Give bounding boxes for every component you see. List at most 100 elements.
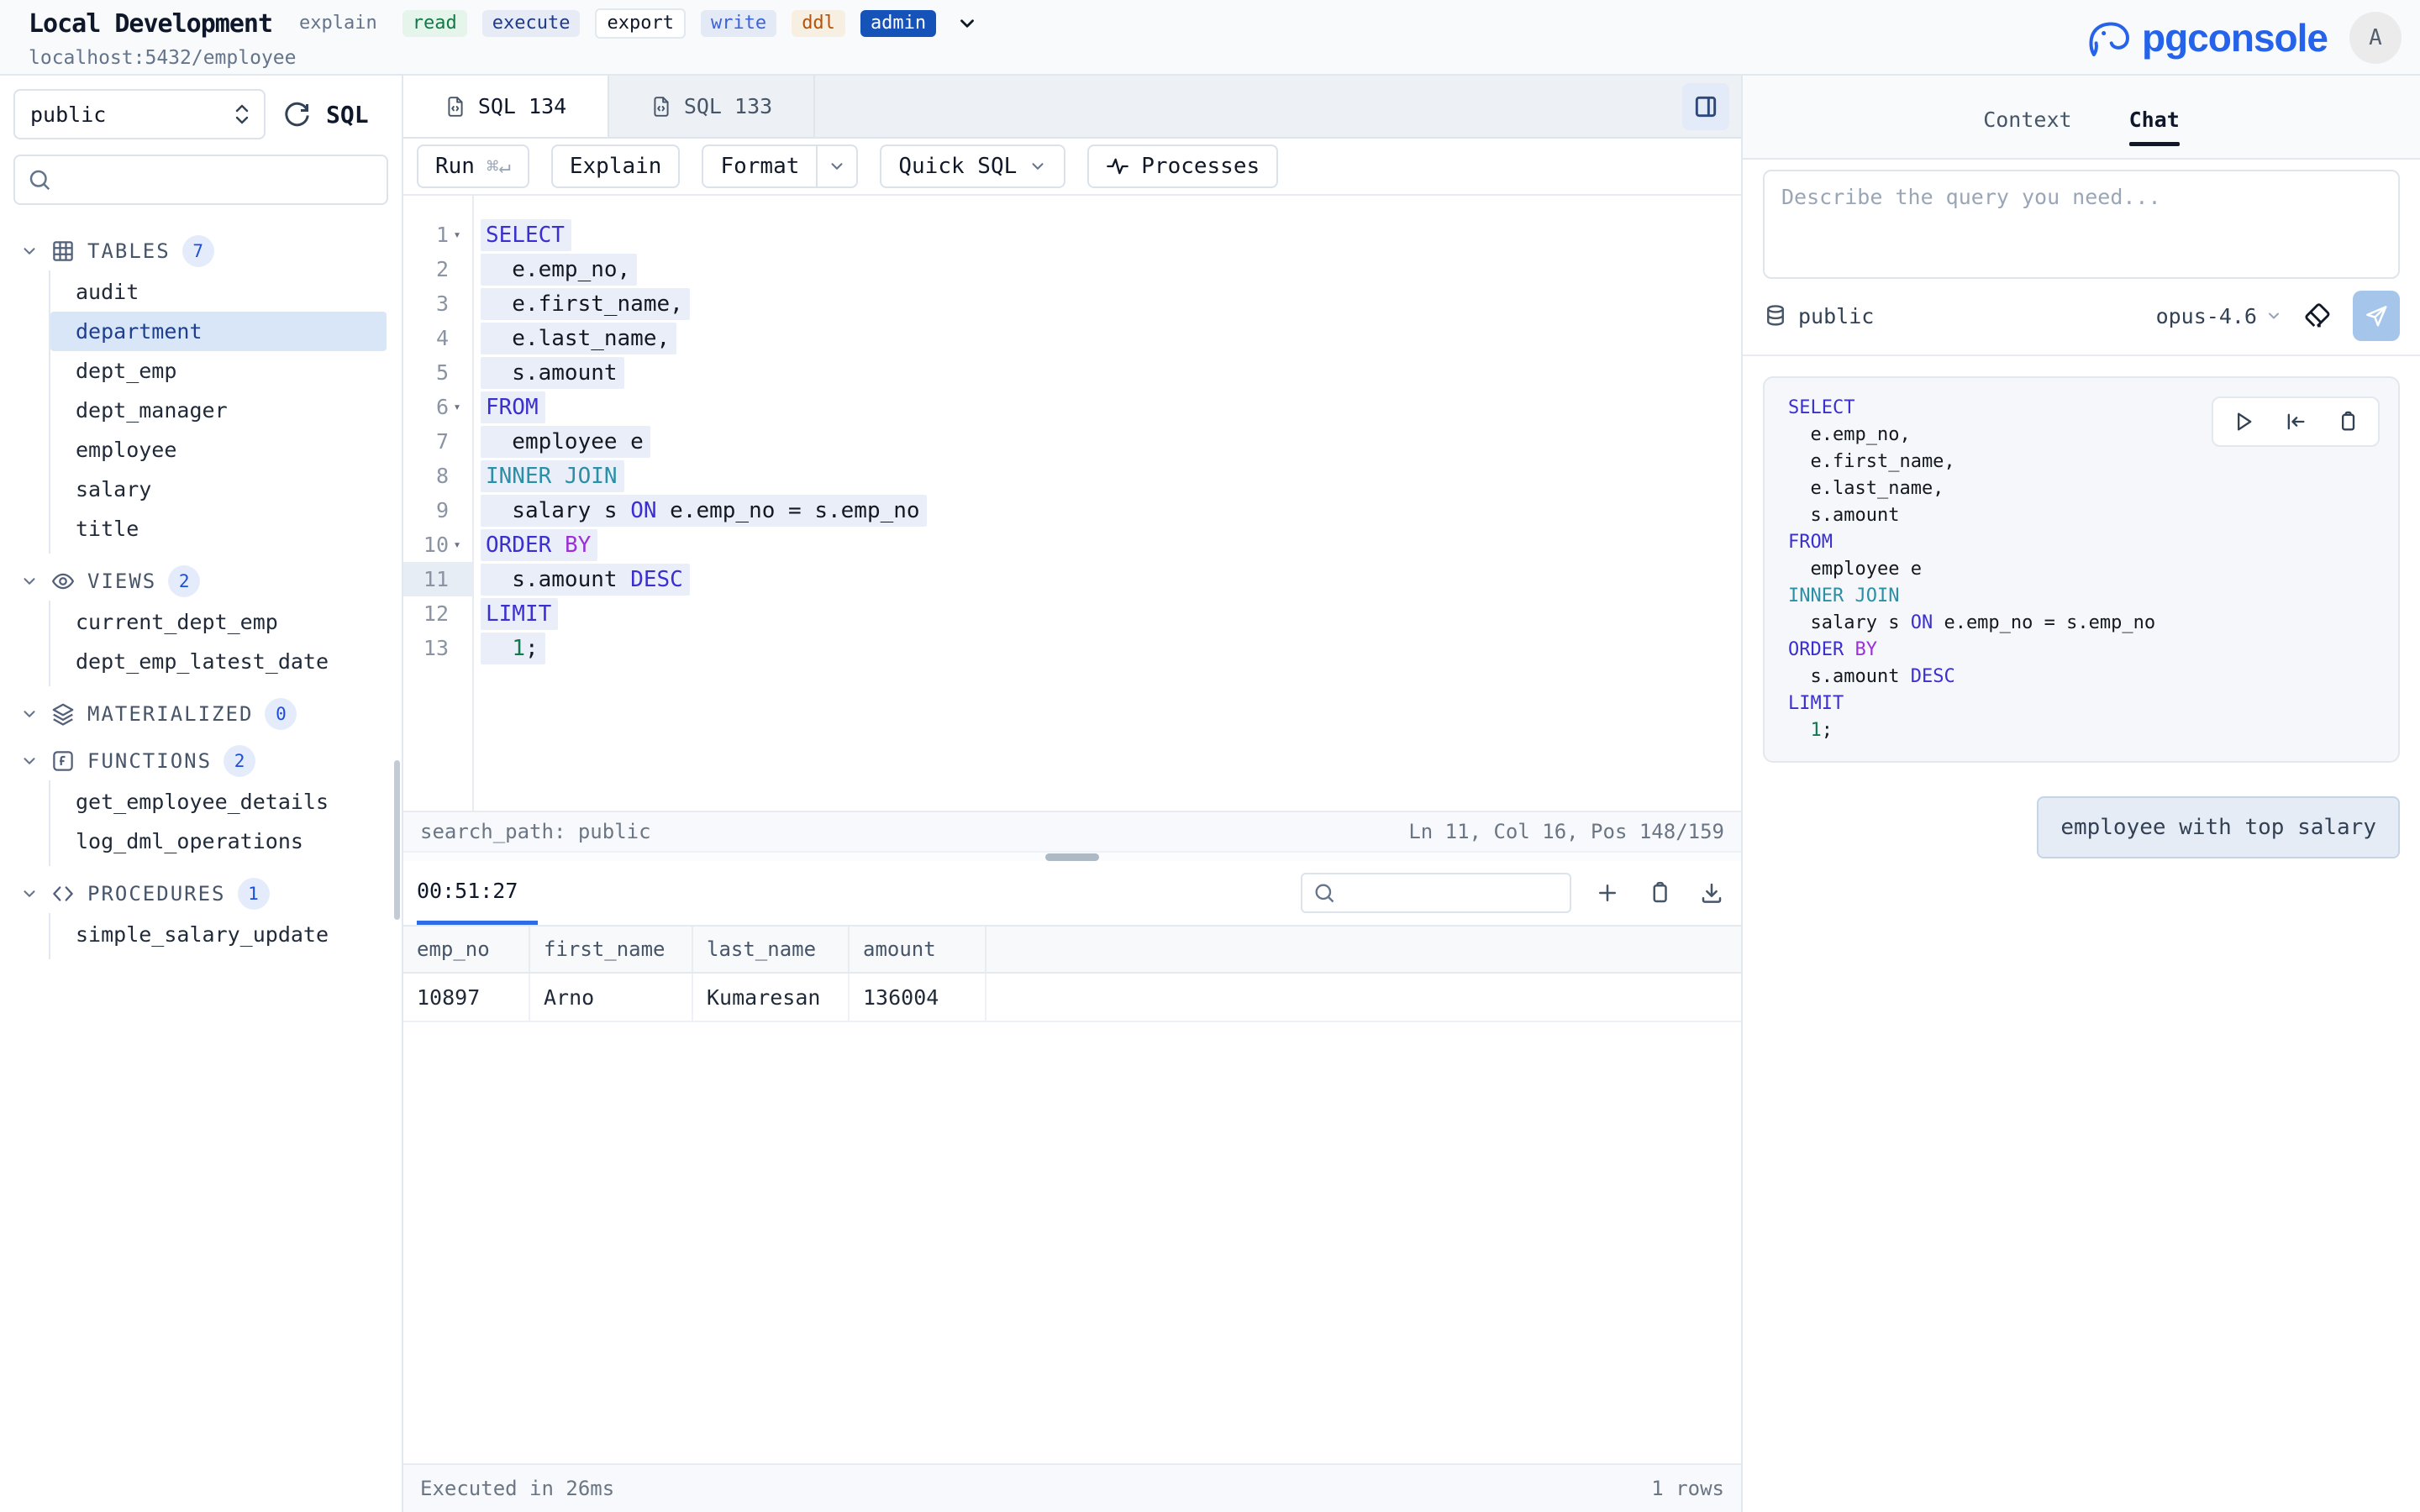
clear-chat-button[interactable] [2302, 301, 2333, 331]
result-timer-tab[interactable]: 00:51:27 [417, 861, 538, 925]
column-header-first_name[interactable]: first_name [530, 927, 693, 972]
tree-item-employee[interactable]: employee [50, 430, 387, 470]
chevron-down-icon[interactable] [20, 572, 39, 591]
permission-badge-admin[interactable]: admin [860, 10, 936, 37]
run-button[interactable]: Run ⌘↵ [417, 144, 529, 188]
table-cell[interactable]: 10897 [403, 974, 530, 1021]
table-cell[interactable]: Kumaresan [693, 974, 850, 1021]
assistant-tab-bar: Context Chat [1743, 76, 2420, 160]
explain-button[interactable]: Explain [551, 144, 681, 188]
sql-editor[interactable]: 1▾SELECT2 e.emp_no,3 e.first_name,4 e.la… [403, 196, 1741, 811]
format-dropdown-button[interactable] [816, 146, 856, 186]
splitter-drag-handle[interactable] [1045, 853, 1099, 861]
chevron-down-icon[interactable] [20, 242, 39, 260]
section-header-tables[interactable]: TABLES7 [0, 232, 402, 270]
line-gutter: 1▾ [403, 218, 472, 252]
table-cell[interactable]: Arno [530, 974, 693, 1021]
section-header-views[interactable]: VIEWS2 [0, 562, 402, 601]
editor-line-13[interactable]: 13 1; [403, 631, 1741, 665]
tab-sql-133[interactable]: SQL 133 [609, 76, 815, 137]
tab-label: SQL 134 [478, 94, 566, 118]
editor-line-5[interactable]: 5 s.amount [403, 355, 1741, 390]
tree-section-materialized: MATERIALIZED0 [0, 695, 402, 733]
tree-item-audit[interactable]: audit [50, 272, 387, 312]
column-header-amount[interactable]: amount [850, 927, 986, 972]
editor-line-4[interactable]: 4 e.last_name, [403, 321, 1741, 355]
editor-line-10[interactable]: 10▾ORDER BY [403, 528, 1741, 562]
tree-item-get_employee_details[interactable]: get_employee_details [50, 782, 387, 822]
tree-item-title[interactable]: title [50, 509, 387, 549]
send-button[interactable] [2353, 291, 2400, 341]
tab-sql-134[interactable]: SQL 134 [403, 76, 609, 137]
sql-mode-label[interactable]: SQL [326, 101, 369, 129]
tree-item-dept_emp[interactable]: dept_emp [50, 351, 387, 391]
permission-badge-export[interactable]: export [595, 8, 685, 39]
user-avatar[interactable]: A [2349, 12, 2402, 64]
split-view-button[interactable] [1682, 83, 1729, 130]
tree-item-dept_manager[interactable]: dept_manager [50, 391, 387, 430]
table-grid-icon [50, 239, 76, 264]
download-results-button[interactable] [1699, 880, 1724, 906]
chevron-down-icon[interactable] [20, 885, 39, 903]
tree-item-current_dept_emp[interactable]: current_dept_emp [50, 602, 387, 642]
table-cell[interactable]: 136004 [850, 974, 986, 1021]
chevron-down-icon[interactable] [20, 752, 39, 770]
sidebar-search-input[interactable] [13, 155, 388, 205]
insert-to-editor-button[interactable] [2284, 410, 2307, 433]
quick-sql-button[interactable]: Quick SQL [880, 144, 1065, 188]
tree-item-salary[interactable]: salary [50, 470, 387, 509]
editor-line-2[interactable]: 2 e.emp_no, [403, 252, 1741, 286]
permission-badge-write[interactable]: write [701, 10, 776, 37]
fold-marker-icon[interactable]: ▾ [449, 401, 466, 413]
selection-highlight: INNER JOIN [481, 460, 624, 492]
panel-splitter[interactable] [403, 851, 1741, 861]
permission-badge-execute[interactable]: execute [482, 10, 581, 37]
copy-snippet-button[interactable] [2336, 410, 2360, 433]
section-header-procedures[interactable]: PROCEDURES1 [0, 874, 402, 913]
editor-line-1[interactable]: 1▾SELECT [403, 218, 1741, 252]
code-text: s.amount [472, 360, 624, 386]
sql-token: DESC [1911, 666, 1955, 687]
format-button[interactable]: Format [703, 146, 816, 186]
tree-item-dept_emp_latest_date[interactable]: dept_emp_latest_date [50, 642, 387, 681]
chevron-down-icon[interactable] [20, 705, 39, 723]
editor-line-6[interactable]: 6▾FROM [403, 390, 1741, 424]
editor-line-9[interactable]: 9 salary s ON e.emp_no = s.emp_no [403, 493, 1741, 528]
editor-line-12[interactable]: 12LIMIT [403, 596, 1741, 631]
connection-menu-chevron-icon[interactable] [956, 13, 978, 34]
user-message-bubble: employee with top salary [2037, 796, 2400, 858]
section-header-materialized[interactable]: MATERIALIZED0 [0, 695, 402, 733]
editor-line-8[interactable]: 8INNER JOIN [403, 459, 1741, 493]
add-result-tab-button[interactable] [1595, 880, 1620, 906]
line-gutter: 11 [403, 562, 472, 596]
chat-schema-context[interactable]: public [1763, 303, 1874, 328]
copy-results-button[interactable] [1647, 880, 1672, 906]
refresh-schema-button[interactable] [281, 99, 311, 129]
results-search-input[interactable] [1301, 873, 1571, 913]
permission-badge-explain[interactable]: explain [299, 10, 387, 37]
editor-line-7[interactable]: 7 employee e [403, 424, 1741, 459]
fold-marker-icon[interactable]: ▾ [449, 228, 466, 241]
sidebar-scrollbar-thumb[interactable] [394, 760, 400, 920]
processes-button[interactable]: Processes [1087, 144, 1278, 188]
tab-context[interactable]: Context [1965, 108, 2090, 146]
tab-chat[interactable]: Chat [2111, 108, 2198, 146]
schema-select[interactable]: public [13, 89, 266, 139]
permission-badge-ddl[interactable]: ddl [792, 10, 845, 37]
line-gutter: 9 [403, 493, 472, 528]
chat-prompt-input[interactable] [1763, 170, 2400, 279]
editor-line-3[interactable]: 3 e.first_name, [403, 286, 1741, 321]
tree-item-log_dml_operations[interactable]: log_dml_operations [50, 822, 387, 861]
column-header-emp_no[interactable]: emp_no [403, 927, 530, 972]
tree-item-department[interactable]: department [50, 312, 387, 351]
column-header-last_name[interactable]: last_name [693, 927, 850, 972]
model-select[interactable]: opus-4.6 [2156, 304, 2282, 328]
tree-item-simple_salary_update[interactable]: simple_salary_update [50, 915, 387, 954]
table-row[interactable]: 10897ArnoKumaresan136004 [403, 974, 1741, 1022]
editor-line-11[interactable]: 11 s.amount DESC [403, 562, 1741, 596]
section-header-functions[interactable]: FUNCTIONS2 [0, 742, 402, 780]
sql-token: employee e [486, 429, 644, 454]
fold-marker-icon[interactable]: ▾ [449, 538, 466, 551]
permission-badge-read[interactable]: read [402, 10, 467, 37]
run-snippet-button[interactable] [2232, 410, 2255, 433]
